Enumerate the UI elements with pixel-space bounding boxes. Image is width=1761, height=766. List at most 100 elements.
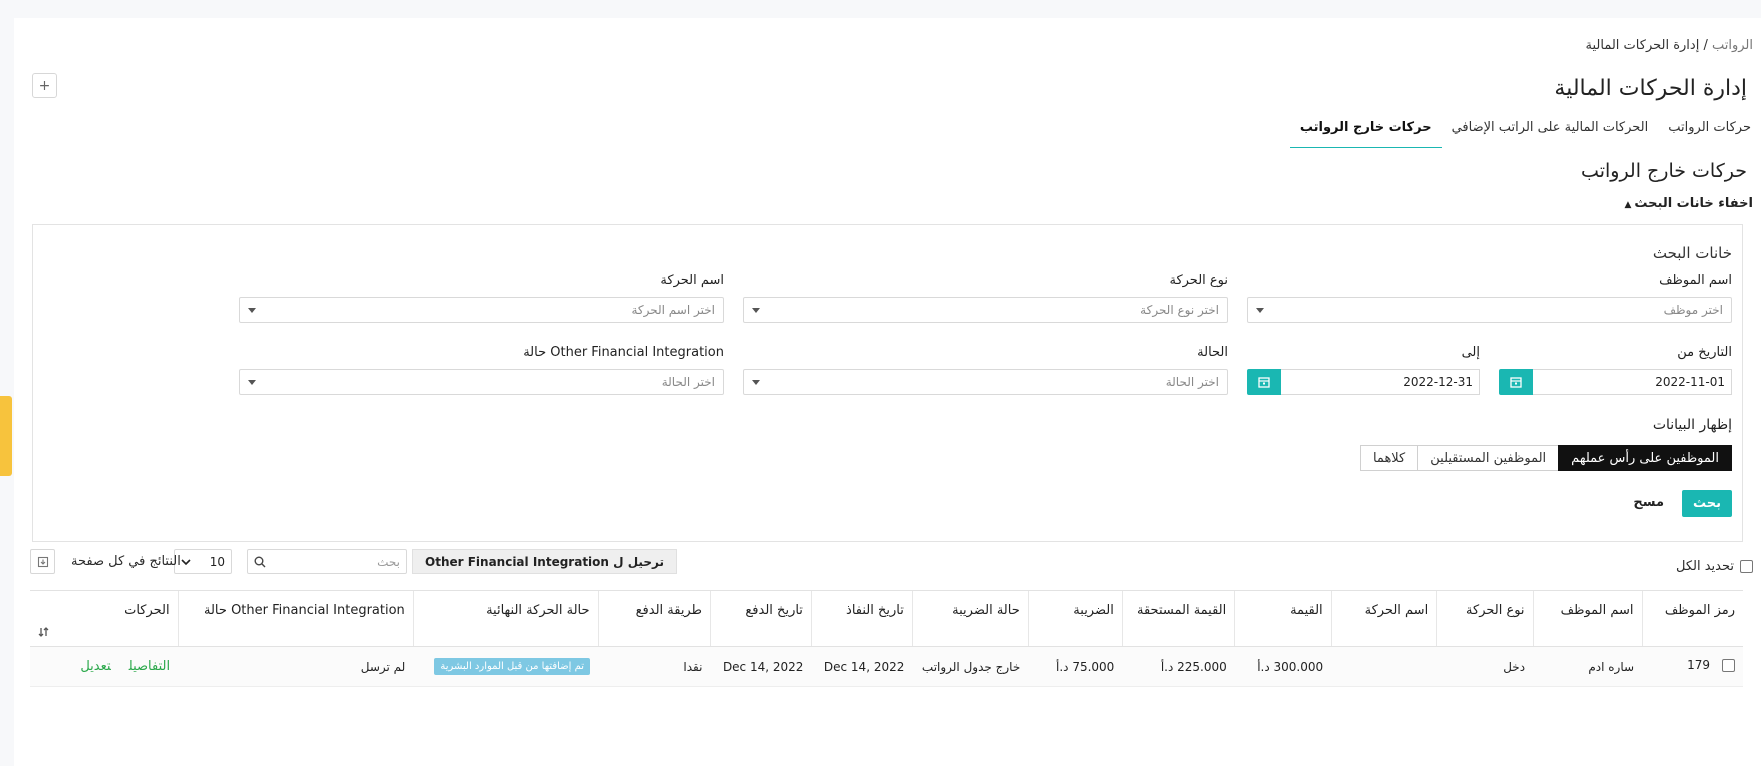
clear-button[interactable]: مسح [1633, 495, 1664, 510]
cell-employee-name: ساره ادم [1533, 646, 1643, 687]
movement-type-label: نوع الحركة [1169, 273, 1228, 288]
col-tax[interactable]: الضريبة [1028, 590, 1123, 647]
cell-payment-date: Dec 14, 2022 [710, 646, 812, 687]
plus-icon: + [38, 77, 51, 94]
cell-ofi-status: لم ترسل [178, 646, 414, 687]
calendar-button[interactable] [1499, 369, 1533, 395]
select-all[interactable]: تحديد الكل [1676, 559, 1753, 574]
movements-table: رمز الموظف اسم الموظف نوع الحركة اسم الح… [30, 590, 1743, 687]
status-select[interactable]: اختر الحالة [743, 369, 1228, 395]
cell-employee-code: 179 [1642, 646, 1743, 687]
select-all-checkbox[interactable] [1740, 560, 1753, 573]
cell-payment-method: نقدا [598, 646, 711, 687]
table-search-placeholder: بحث [377, 554, 400, 569]
toggle-search-fields[interactable]: اخفاء خانات البحث▲ [1624, 196, 1753, 211]
date-from-field: 2022-11-01 [1499, 369, 1732, 395]
search-panel-title: خانات البحث [1652, 244, 1732, 262]
cell-due-value: 225.000 د.أ [1122, 646, 1235, 687]
tab-off-payroll-movements[interactable]: حركات خارج الرواتب [1289, 112, 1442, 148]
col-effective-date[interactable]: تاريخ النفاذ [811, 590, 913, 647]
movement-type-select[interactable]: اختر نوع الحركة [743, 297, 1228, 323]
tab-extra-salary-movements[interactable]: الحركات المالية على الراتب الإضافي [1442, 112, 1659, 148]
per-page-select[interactable]: 10 [174, 549, 232, 574]
status-select-placeholder: اختر الحالة [1165, 375, 1219, 389]
chevron-down-icon [248, 379, 256, 385]
export-file-button[interactable] [30, 549, 55, 574]
cell-final-status: تم إضافتها من قبل الموارد البشرية [413, 646, 599, 687]
tab-salary-movements[interactable]: حركات الرواتب [1658, 112, 1761, 148]
sort-icon[interactable] [38, 626, 50, 638]
status-label: الحالة [1197, 345, 1228, 360]
search-button[interactable]: بحث [1682, 490, 1732, 517]
cell-effective-date: Dec 14, 2022 [811, 646, 913, 687]
date-from-input[interactable]: 2022-11-01 [1533, 369, 1732, 395]
col-due-value[interactable]: القيمة المستحقة [1122, 590, 1236, 647]
breadcrumb-separator: / [1699, 38, 1712, 53]
col-employee-name[interactable]: اسم الموظف [1533, 590, 1643, 647]
calendar-icon [1510, 377, 1522, 388]
breadcrumb-root[interactable]: الرواتب [1712, 38, 1753, 53]
date-to-input[interactable]: 2022-12-31 [1281, 369, 1480, 395]
per-page-label: النتائج في كل صفحة [71, 554, 181, 569]
search-icon [254, 556, 266, 567]
export-ofi-button[interactable]: ترحيل ل Other Financial Integration [412, 549, 677, 574]
section-title: حركات خارج الرواتب [1581, 160, 1747, 182]
col-value[interactable]: القيمة [1234, 590, 1332, 647]
calendar-button[interactable] [1247, 369, 1281, 395]
select-all-label: تحديد الكل [1675, 559, 1734, 574]
ofi-status-label: Other Financial Integration حالة [523, 345, 724, 360]
edit-link[interactable]: تعديل [80, 659, 110, 674]
col-ofi-status[interactable]: Other Financial Integration حالة [178, 590, 414, 647]
movement-name-select[interactable]: اختر اسم الحركة [239, 297, 724, 323]
employee-name-label: اسم الموظف [1659, 273, 1732, 288]
employee-select-placeholder: اختر موظف [1663, 303, 1723, 317]
add-button[interactable]: + [32, 73, 57, 98]
row-checkbox[interactable] [1722, 658, 1735, 672]
toggle-search-label: اخفاء خانات البحث [1634, 196, 1753, 211]
option-both[interactable]: كلاهما [1359, 445, 1418, 471]
col-movement-type[interactable]: نوع الحركة [1436, 590, 1534, 647]
chevron-down-icon [181, 558, 191, 565]
cell-tax: 75.000 د.أ [1028, 646, 1123, 687]
cell-movement-name [1331, 646, 1437, 687]
page-title: إدارة الحركات المالية [1554, 76, 1747, 101]
chevron-down-icon [752, 307, 760, 313]
col-final-status[interactable]: حالة الحركة النهائية [413, 590, 599, 647]
col-actions[interactable]: الحركات [30, 590, 179, 647]
cell-actions: التفاصيل تعديل [30, 646, 179, 687]
cell-movement-type: دخل [1436, 646, 1534, 687]
search-panel: خانات البحث اسم الموظف نوع الحركة اسم ال… [32, 224, 1743, 542]
col-tax-status[interactable]: حالة الضريبة [912, 590, 1029, 647]
employee-code-value: 179 [1687, 658, 1710, 673]
page-container: الرواتب / إدارة الحركات المالية + إدارة … [14, 18, 1761, 766]
breadcrumb: الرواتب / إدارة الحركات المالية [1586, 38, 1753, 53]
table-header-row: رمز الموظف اسم الموظف نوع الحركة اسم الح… [30, 590, 1743, 647]
download-icon [37, 556, 48, 567]
show-data-title: إظهار البيانات [1652, 417, 1732, 433]
chevron-down-icon [1256, 307, 1264, 313]
date-to-field: 2022-12-31 [1247, 369, 1480, 395]
status-badge: تم إضافتها من قبل الموارد البشرية [434, 658, 591, 675]
col-movement-name[interactable]: اسم الحركة [1331, 590, 1438, 647]
feedback-side-tab[interactable] [0, 396, 12, 476]
ofi-status-select[interactable]: اختر الحالة [239, 369, 724, 395]
movement-name-label: اسم الحركة [660, 273, 724, 288]
table-search-input[interactable]: بحث [247, 549, 407, 574]
chevron-down-icon [752, 379, 760, 385]
movement-name-select-placeholder: اختر اسم الحركة [631, 303, 715, 317]
chevron-down-icon [248, 307, 256, 313]
option-resigned-employees[interactable]: الموظفين المستقيلين [1417, 445, 1559, 471]
option-active-employees[interactable]: الموظفين على رأس عملهم [1558, 445, 1732, 471]
employee-select[interactable]: اختر موظف [1247, 297, 1732, 323]
cell-value: 300.000 د.أ [1234, 646, 1332, 687]
details-link[interactable]: التفاصيل [129, 659, 170, 674]
col-payment-date[interactable]: تاريخ الدفع [710, 590, 812, 647]
date-to-label: إلى [1461, 345, 1480, 360]
calendar-icon [1258, 377, 1270, 388]
tabs-bar: حركات الرواتب الحركات المالية على الراتب… [1289, 112, 1761, 148]
col-employee-code[interactable]: رمز الموظف [1642, 590, 1743, 647]
table-row: 179 ساره ادم دخل 300.000 د.أ 225.000 د.أ… [30, 646, 1743, 687]
col-payment-method[interactable]: طريقة الدفع [598, 590, 711, 647]
per-page-value: 10 [209, 554, 225, 569]
cell-tax-status: خارج جدول الرواتب [912, 646, 1029, 687]
